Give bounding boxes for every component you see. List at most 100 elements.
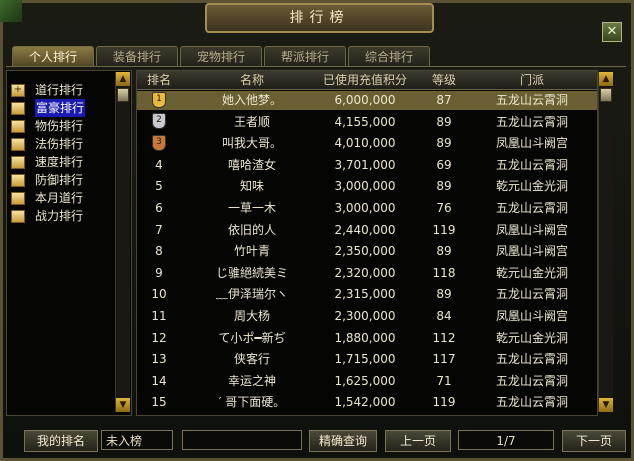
table-row[interactable]: 7 依旧的人 2,440,000 119 凤凰山斗阙宫 (137, 221, 597, 240)
table-row[interactable]: 14 幸运之神 1,625,000 71 五龙山云霄洞 (137, 372, 597, 391)
category-label: 富豪排行 (35, 99, 86, 117)
medal-icon: 3 (152, 134, 166, 151)
category-label: 物伤排行 (35, 119, 84, 133)
name-cell: 叫我大哥。 (221, 136, 282, 151)
name-cell: 竹叶青 (233, 244, 270, 259)
name-cell: じ骓絕続美ミ (215, 265, 288, 280)
my-rank-button[interactable]: 我的排名 (24, 430, 98, 452)
table-row[interactable]: 3 叫我大哥。 4,010,000 89 凤凰山斗阙宫 (137, 134, 597, 153)
table-header: 排名 名称 已使用充值积分 等级 门派 (137, 71, 597, 90)
points-cell: 2,315,000 (334, 287, 396, 302)
name-cell: 王者顺 (233, 114, 270, 129)
rank-cell: 4 (155, 157, 163, 172)
scroll-thumb[interactable] (117, 88, 129, 102)
table-row[interactable]: 10 ﹏伊泽瑞尔ヽ 2,315,000 89 五龙山云霄洞 (137, 285, 597, 304)
book-icon (11, 210, 25, 223)
category-label: 防御排行 (35, 173, 84, 187)
corner-decoration (0, 0, 22, 22)
level-cell: 119 (432, 395, 456, 410)
level-cell: 112 (432, 330, 456, 345)
level-cell: 89 (436, 287, 452, 302)
header-rank: 排名 (146, 73, 171, 87)
header-points: 已使用充值积分 (322, 73, 407, 87)
book-icon (11, 192, 25, 205)
name-cell: ﹏伊泽瑞尔ヽ (215, 287, 288, 302)
table-row[interactable]: 15 ′ 哥下面硬。 1,542,000 119 五龙山云霄洞 (137, 393, 597, 412)
category-label: 法伤排行 (35, 137, 84, 151)
scroll-down-icon[interactable]: ▼ (116, 398, 130, 412)
faction-cell: 乾元山金光洞 (495, 179, 568, 194)
search-input[interactable] (182, 430, 302, 450)
page-indicator: 1/7 (458, 430, 554, 450)
rank-cell: 14 (151, 373, 167, 388)
faction-cell: 五龙山云霄洞 (495, 157, 568, 172)
table-row[interactable]: 12 て小ポ━新ぢ 1,880,000 112 乾元山金光洞 (137, 329, 597, 348)
faction-cell: 五龙山云霄洞 (495, 93, 568, 107)
tab-pet[interactable]: 宠物排行 (180, 46, 262, 67)
points-cell: 2,350,000 (334, 244, 396, 259)
rank-cell: 12 (151, 330, 167, 345)
table-row[interactable]: 9 じ骓絕続美ミ 2,320,000 118 乾元山金光洞 (137, 264, 597, 283)
rank-cell: 7 (155, 222, 163, 237)
rank-cell: 9 (155, 265, 163, 280)
level-cell: 118 (432, 265, 456, 280)
tab-equipment[interactable]: 装备排行 (96, 46, 178, 67)
faction-cell: 凤凰山斗阙宫 (495, 244, 568, 259)
book-icon (11, 120, 25, 133)
tab-overall[interactable]: 综合排行 (348, 46, 430, 67)
category-label: 战力排行 (35, 209, 84, 223)
header-level: 等级 (431, 73, 456, 87)
tab-personal[interactable]: 个人排行 (12, 46, 94, 67)
points-cell: 2,440,000 (334, 222, 396, 237)
rank-cell: 6 (155, 201, 163, 215)
points-cell: 1,880,000 (334, 330, 396, 345)
plus-icon: + (11, 84, 25, 97)
points-cell: 6,000,000 (334, 93, 396, 107)
faction-cell: 乾元山金光洞 (495, 265, 568, 280)
scroll-up-icon[interactable]: ▲ (116, 72, 130, 86)
level-cell: 89 (436, 136, 452, 151)
level-cell: 87 (436, 93, 452, 107)
category-scrollbar[interactable]: ▲ ▼ (115, 72, 130, 412)
level-cell: 71 (436, 373, 452, 388)
scroll-up-icon[interactable]: ▲ (599, 72, 613, 86)
name-cell: 周大杨 (233, 309, 270, 323)
search-button[interactable]: 精确查询 (309, 430, 377, 452)
rank-cell: 2 (137, 113, 181, 132)
table-row[interactable]: 2 王者顺 4,155,000 89 五龙山云霄洞 (137, 113, 597, 132)
rank-cell: 3 (137, 134, 181, 153)
table-row[interactable]: 8 竹叶青 2,350,000 89 凤凰山斗阙宫 (137, 242, 597, 261)
level-cell: 119 (432, 222, 456, 237)
table-scrollbar[interactable]: ▲ ▼ (598, 72, 613, 412)
scroll-thumb[interactable] (600, 88, 612, 102)
faction-cell: 五龙山云霄洞 (495, 373, 568, 388)
tab-divider (6, 66, 626, 67)
window-title: 排行榜 (205, 3, 434, 33)
rank-cell: 15 (151, 395, 167, 410)
table-row[interactable]: 11 周大杨 2,300,000 84 凤凰山斗阙宫 (137, 307, 597, 326)
next-page-button[interactable]: 下一页 (562, 430, 626, 452)
level-cell: 89 (436, 179, 452, 194)
scroll-down-icon[interactable]: ▼ (599, 398, 613, 412)
header-faction: 门派 (519, 73, 544, 87)
prev-page-button[interactable]: 上一页 (385, 430, 451, 452)
name-cell: 侠客行 (233, 352, 270, 367)
rank-cell: 11 (151, 309, 167, 323)
level-cell: 89 (436, 114, 452, 129)
header-name: 名称 (239, 73, 264, 87)
book-icon (11, 174, 25, 187)
close-button[interactable]: ✕ (602, 22, 622, 42)
table-row[interactable]: 6 一草一木 3,000,000 76 五龙山云霄洞 (137, 199, 597, 218)
category-label: 道行排行 (35, 83, 84, 97)
table-row[interactable]: 4 嘻哈渣女 3,701,000 69 五龙山云霄洞 (137, 156, 597, 175)
table-row[interactable]: 1 她入他梦。 6,000,000 87 五龙山云霄洞 (137, 91, 597, 110)
tab-guild[interactable]: 帮派排行 (264, 46, 346, 67)
ranking-table: 排名 名称 已使用充值积分 等级 门派 1 她入他梦。 6,000,000 87 五龙山… (136, 70, 598, 416)
faction-cell: 凤凰山斗阙宫 (495, 136, 568, 151)
table-row[interactable]: 13 侠客行 1,715,000 117 五龙山云霄洞 (137, 350, 597, 369)
name-cell: ′ 哥下面硬。 (218, 395, 286, 410)
faction-cell: 五龙山云霄洞 (495, 114, 568, 129)
name-cell: 知味 (239, 179, 264, 194)
table-row[interactable]: 5 知味 3,000,000 89 乾元山金光洞 (137, 177, 597, 196)
rank-cell: 8 (155, 244, 163, 259)
